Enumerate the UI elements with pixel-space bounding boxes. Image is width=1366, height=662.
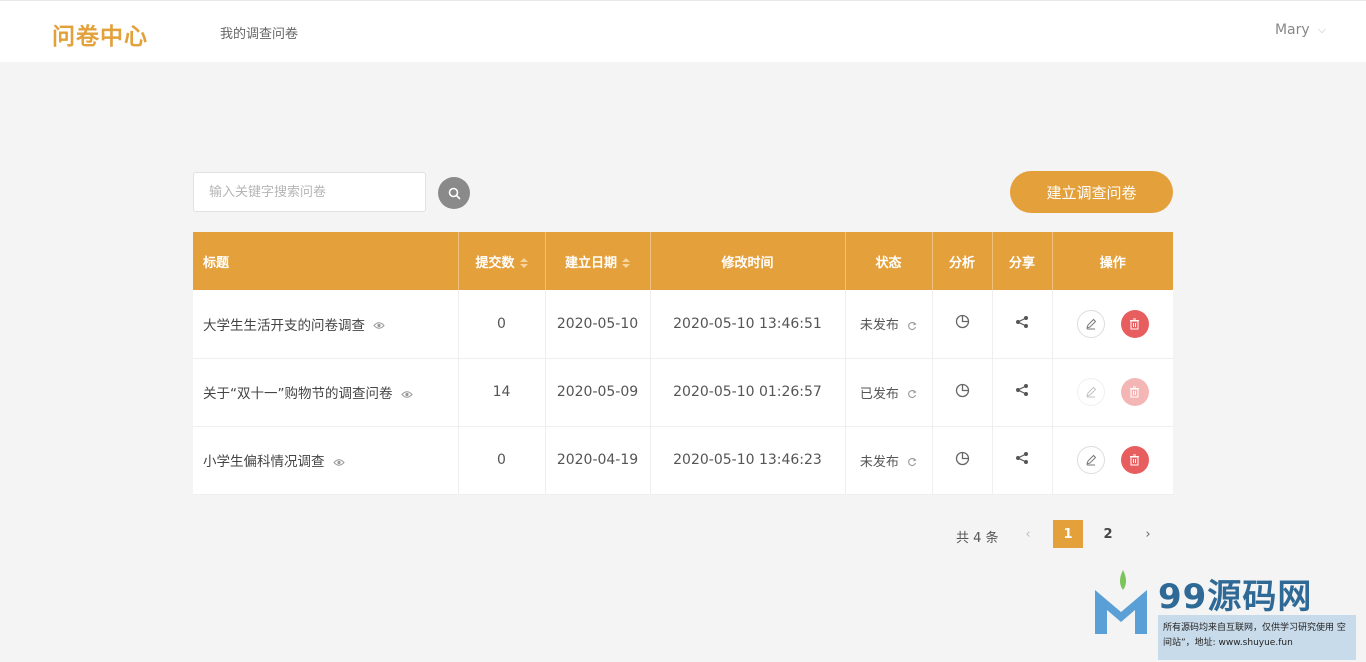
delete-button[interactable]: [1120, 446, 1149, 474]
delete-button[interactable]: [1120, 309, 1149, 338]
edit-button[interactable]: [1076, 378, 1105, 406]
row-title-cell: 关于“双十一”购物节的调查问卷: [193, 358, 459, 427]
column-share: 分享: [992, 232, 1053, 290]
pagination-next-button[interactable]: ›: [1133, 520, 1163, 548]
delete-button[interactable]: [1120, 378, 1149, 406]
created-cell: 2020-05-09: [545, 358, 651, 427]
status-label: 未发布: [859, 318, 899, 334]
modified-cell: 2020-05-10 13:46:23: [650, 426, 846, 495]
edit-button[interactable]: [1076, 446, 1105, 474]
watermark-brand: 99源码网: [1158, 577, 1313, 617]
user-menu[interactable]: Mary ⌵: [1275, 22, 1326, 38]
watermark-logo-icon: [1095, 570, 1147, 634]
modified-cell: 2020-05-10 01:26:57: [650, 358, 846, 427]
search-box: [193, 172, 426, 212]
table-row: 大学生生活开支的问卷调查 0 2020-05-10 2020-05-10 13:…: [193, 290, 1173, 359]
pie-chart-icon[interactable]: [955, 314, 970, 329]
share-cell: [992, 290, 1053, 359]
pie-chart-icon[interactable]: [955, 383, 970, 398]
share-cell: [992, 358, 1053, 427]
nav-my-surveys[interactable]: 我的调查问卷: [220, 23, 298, 42]
submissions-cell: 0: [458, 290, 546, 359]
pencil-icon: [1085, 386, 1096, 398]
share-icon[interactable]: [1015, 315, 1029, 329]
refresh-icon[interactable]: [907, 389, 917, 399]
pencil-icon: [1085, 318, 1096, 330]
survey-title[interactable]: 关于“双十一”购物节的调查问卷: [203, 386, 393, 402]
survey-title[interactable]: 小学生偏科情况调查: [203, 454, 325, 470]
status-label: 未发布: [859, 454, 899, 470]
table-header-row: 标题 提交数 建立日期 修改时间 状态 分析 分享 操作: [193, 232, 1173, 290]
pagination-page-2[interactable]: 2: [1093, 520, 1123, 548]
eye-icon[interactable]: [401, 390, 413, 399]
status-cell: 未发布: [845, 426, 933, 495]
eye-icon[interactable]: [373, 321, 385, 330]
edit-button[interactable]: [1076, 309, 1105, 338]
table-row: 关于“双十一”购物节的调查问卷 14 2020-05-09 2020-05-10…: [193, 358, 1173, 427]
status-label: 已发布: [859, 386, 899, 402]
row-title-cell: 小学生偏科情况调查: [193, 426, 459, 495]
created-cell: 2020-04-19: [545, 426, 651, 495]
trash-icon: [1130, 386, 1140, 398]
analysis-cell: [932, 426, 993, 495]
submissions-cell: 14: [458, 358, 546, 427]
column-created[interactable]: 建立日期: [545, 232, 651, 290]
watermark-note: 所有源码均来自互联网，仅供学习研究使用 空间站”，地址: www.shuyue.…: [1158, 615, 1356, 660]
eye-icon[interactable]: [333, 458, 345, 467]
sort-icon[interactable]: [519, 257, 528, 269]
modified-cell: 2020-05-10 13:46:51: [650, 290, 846, 359]
app-logo[interactable]: 问卷中心: [52, 17, 148, 51]
column-actions: 操作: [1099, 255, 1126, 271]
share-cell: [992, 426, 1053, 495]
analysis-cell: [932, 290, 993, 359]
chevron-down-icon: ⌵: [1317, 23, 1326, 36]
status-cell: 已发布: [845, 358, 933, 427]
actions-cell: [1052, 290, 1173, 359]
analysis-cell: [932, 358, 993, 427]
refresh-icon[interactable]: [907, 321, 917, 331]
sort-icon[interactable]: [622, 257, 630, 269]
top-navbar: 问卷中心 我的调查问卷 Mary ⌵: [0, 0, 1366, 62]
created-cell: 2020-05-10: [545, 290, 651, 359]
pagination-total: 共 4 条: [956, 531, 999, 546]
share-icon[interactable]: [1015, 451, 1029, 465]
column-modified: 修改时间: [650, 232, 846, 290]
row-title-cell: 大学生生活开支的问卷调查: [193, 290, 459, 359]
search-icon: [448, 187, 461, 200]
create-survey-button[interactable]: 建立调查问卷: [1010, 171, 1173, 213]
column-analysis: 分析: [932, 232, 993, 290]
trash-icon: [1130, 454, 1140, 466]
column-title: 标题: [193, 232, 459, 290]
column-status: 状态: [845, 232, 933, 290]
trash-icon: [1130, 318, 1140, 330]
search-button[interactable]: [438, 177, 470, 209]
status-cell: 未发布: [845, 290, 933, 359]
survey-title[interactable]: 大学生生活开支的问卷调查: [203, 318, 365, 334]
share-icon[interactable]: [1015, 383, 1029, 397]
refresh-icon[interactable]: [907, 457, 917, 467]
pagination-prev-button[interactable]: ‹: [1013, 520, 1043, 548]
table-row: 小学生偏科情况调查 0 2020-04-19 2020-05-10 13:46:…: [193, 426, 1173, 495]
actions-cell: [1052, 426, 1173, 495]
user-name: Mary: [1274, 22, 1310, 38]
column-submissions[interactable]: 提交数: [458, 232, 546, 290]
search-input[interactable]: [194, 173, 425, 211]
submissions-cell: 0: [458, 426, 546, 495]
pencil-icon: [1085, 454, 1096, 466]
pagination-page-1[interactable]: 1: [1053, 520, 1083, 548]
actions-cell: [1052, 358, 1173, 427]
pie-chart-icon[interactable]: [955, 451, 970, 466]
survey-table: 标题 提交数 建立日期 修改时间 状态 分析 分享 操作 大学生生活开支的问卷调…: [193, 232, 1173, 495]
